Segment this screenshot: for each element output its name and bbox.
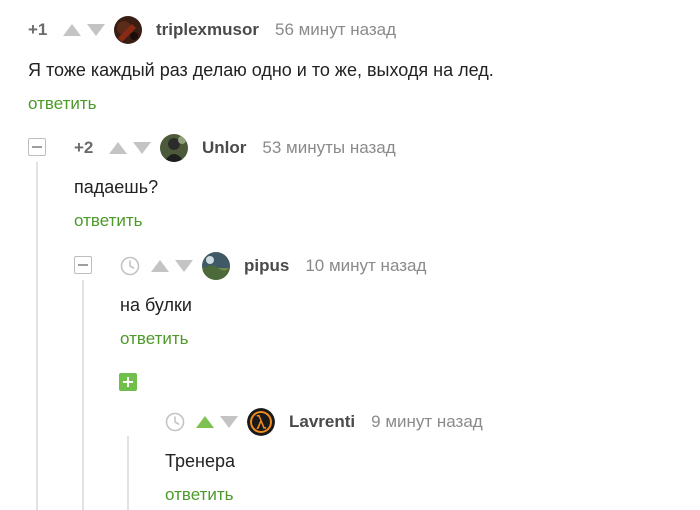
- timestamp: 53 минуты назад: [262, 138, 396, 157]
- thread-line[interactable]: [82, 280, 84, 510]
- downvote-arrow-icon[interactable]: [86, 23, 106, 37]
- upvote-arrow-icon[interactable]: [62, 23, 82, 37]
- user-avatar[interactable]: [202, 252, 230, 280]
- timestamp: 9 минут назад: [371, 412, 483, 431]
- collapse-thread-button[interactable]: [28, 138, 46, 156]
- downvote-arrow-icon[interactable]: [219, 415, 239, 429]
- user-avatar[interactable]: [247, 408, 275, 436]
- username[interactable]: triplexmusor: [156, 20, 259, 40]
- reply-link[interactable]: ответить: [74, 211, 143, 231]
- comment-header: pipus 10 минут назад: [120, 251, 426, 281]
- user-avatar[interactable]: [160, 134, 188, 162]
- comment-header: +2 Unlor 53 минуты назад: [74, 133, 396, 163]
- downvote-arrow-icon[interactable]: [132, 141, 152, 155]
- comment-text: на булки: [120, 295, 192, 315]
- reply-link[interactable]: ответить: [165, 485, 234, 505]
- reply-link[interactable]: ответить: [120, 329, 189, 349]
- timestamp: 10 минут назад: [305, 256, 427, 275]
- reply-link[interactable]: ответить: [28, 94, 97, 114]
- username[interactable]: Unlor: [202, 138, 246, 158]
- comment-rating: +2: [74, 138, 94, 157]
- upvote-arrow-icon[interactable]: [150, 259, 170, 273]
- comment-header: Lavrenti 9 минут назад: [165, 407, 483, 437]
- username[interactable]: pipus: [244, 256, 289, 276]
- username[interactable]: Lavrenti: [289, 412, 355, 432]
- expand-thread-button[interactable]: [119, 373, 137, 391]
- thread-line[interactable]: [36, 162, 38, 510]
- clock-icon: [165, 412, 185, 432]
- upvote-arrow-icon[interactable]: [108, 141, 128, 155]
- thread-line[interactable]: [127, 436, 129, 510]
- upvote-arrow-icon[interactable]: [195, 415, 215, 429]
- user-avatar[interactable]: [114, 16, 142, 44]
- timestamp: 56 минут назад: [274, 20, 397, 39]
- comment-text: Я тоже каждый раз делаю одно и то же, вы…: [28, 60, 494, 80]
- comment-rating: +1: [28, 20, 48, 39]
- comment-header: +1 triplexmusor 56 минут назад: [28, 15, 396, 45]
- comment-text: падаешь?: [74, 177, 159, 197]
- downvote-arrow-icon[interactable]: [174, 259, 194, 273]
- clock-icon: [120, 256, 140, 276]
- comment-text: Тренера: [165, 451, 235, 471]
- collapse-thread-button[interactable]: [74, 256, 92, 274]
